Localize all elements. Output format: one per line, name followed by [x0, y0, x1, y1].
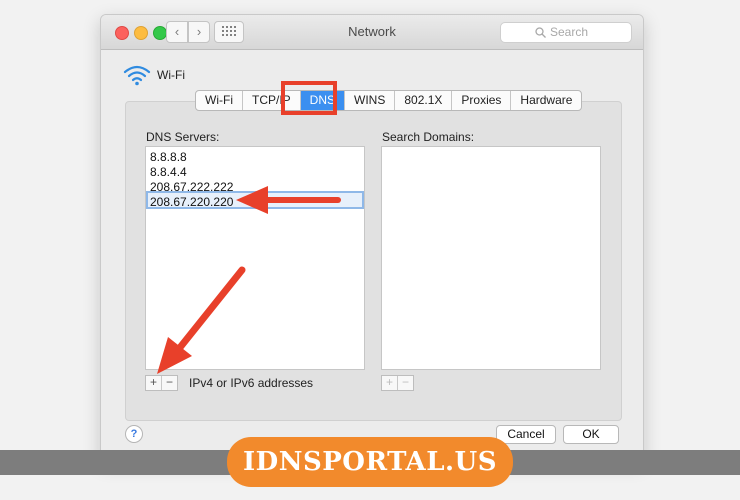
annotation-arrow-icon	[236, 186, 341, 214]
annotation-arrows	[157, 186, 341, 374]
watermark-logo: IDNSPORTAL.US	[227, 437, 513, 487]
annotation-arrow-icon	[157, 266, 246, 374]
watermark-text: IDNSPORTAL.US	[243, 447, 497, 477]
